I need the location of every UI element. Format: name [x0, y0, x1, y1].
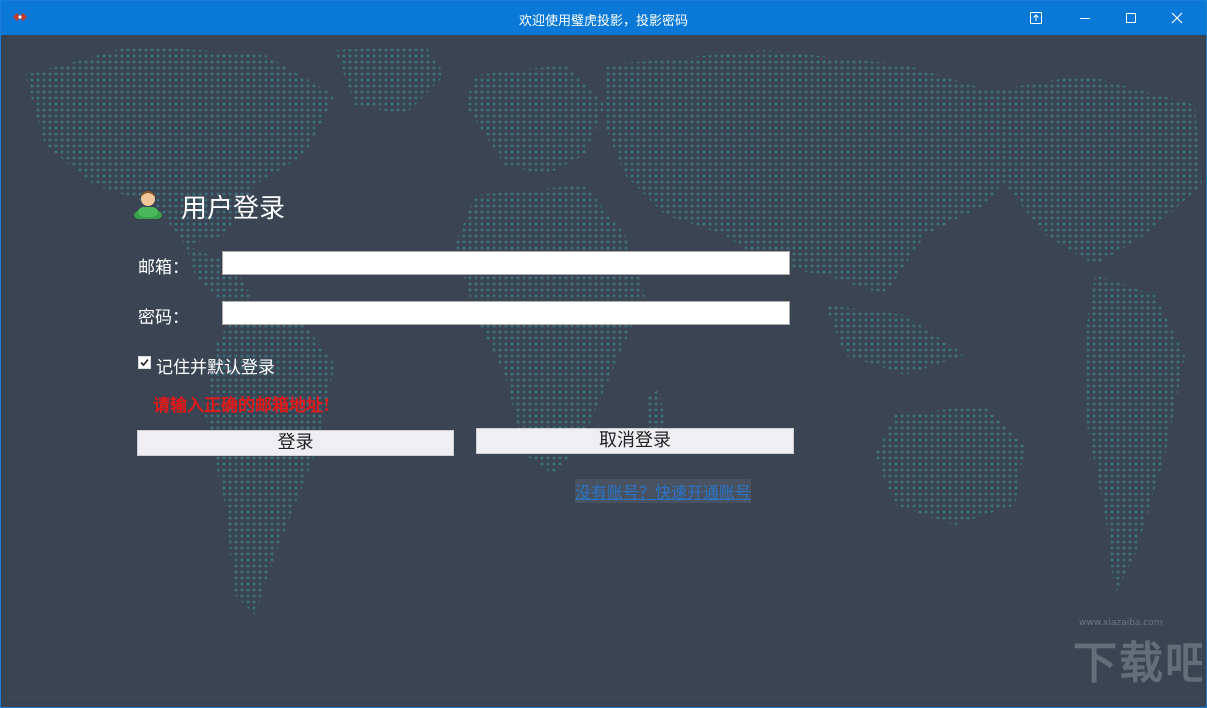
remember-checkbox[interactable] [138, 356, 151, 369]
minimize-button[interactable] [1062, 1, 1108, 35]
pin-button[interactable] [1013, 1, 1059, 35]
cancel-login-button[interactable]: 取消登录 [476, 428, 794, 454]
user-avatar-icon [133, 187, 163, 219]
password-input[interactable] [222, 301, 790, 325]
close-icon [1171, 12, 1183, 24]
password-label: 密码： [138, 303, 189, 328]
title-bar[interactable]: 欢迎使用璧虎投影，投影密码 [1, 1, 1206, 35]
login-title: 用户登录 [181, 188, 285, 225]
maximize-icon [1125, 12, 1137, 24]
register-link[interactable]: 没有账号？快速开通账号 [575, 479, 751, 503]
minimize-icon [1079, 12, 1091, 24]
email-input[interactable] [222, 251, 790, 275]
email-label: 邮箱： [138, 253, 189, 278]
watermark-logo: 下载吧 [1073, 627, 1202, 691]
remember-label: 记住并默认登录 [156, 353, 275, 378]
login-panel: 用户登录 邮箱： 密码： 记住并默认登录 请输入正确的邮箱地址! 登录 取消登录… [5, 35, 1202, 701]
error-message: 请输入正确的邮箱地址! [153, 391, 330, 416]
app-window: 欢迎使用璧虎投影，投影密码 [0, 0, 1207, 708]
close-button[interactable] [1154, 1, 1200, 35]
pin-icon [1030, 12, 1042, 24]
checkmark-icon [139, 357, 150, 368]
login-button[interactable]: 登录 [137, 430, 454, 456]
maximize-button[interactable] [1108, 1, 1154, 35]
